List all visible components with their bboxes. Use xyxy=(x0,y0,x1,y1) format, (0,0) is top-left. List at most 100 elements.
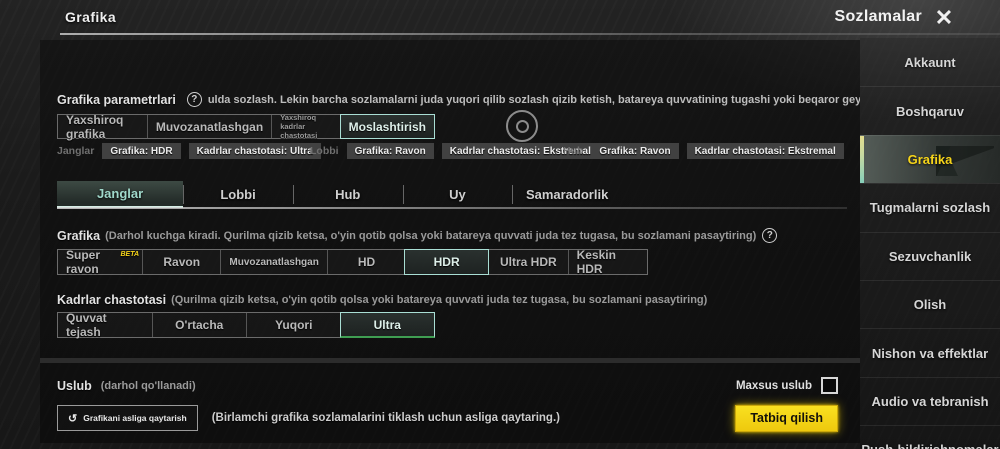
quality-hdr[interactable]: HDR xyxy=(404,249,490,275)
quality-ravon[interactable]: Ravon xyxy=(142,250,220,274)
info-icon[interactable]: ? xyxy=(186,92,202,107)
scope-label: Hub xyxy=(563,145,584,157)
preset-label: Muvozanatlashgan xyxy=(155,119,264,134)
style-section: Uslub (darhol qo'llanadi) Maxsus uslub xyxy=(57,377,838,394)
value-chip: Grafika: Ravon xyxy=(591,143,679,159)
value-chip: Grafika: HDR xyxy=(102,143,181,159)
quality-label: Ultra HDR xyxy=(500,255,557,269)
quality-label: Keskin HDR xyxy=(576,248,616,276)
sidebar-item-label: Boshqaruv xyxy=(896,103,964,119)
reset-icon: ↺ xyxy=(68,412,78,425)
preset-label: Yaxshiroq grafika xyxy=(66,112,124,141)
tab-label: Lobbi xyxy=(220,187,256,202)
preset-customize[interactable]: Moslashtirish xyxy=(339,114,435,139)
graphics-settings-screen: Grafika Sozlamalar ✕ Grafika parametrlar… xyxy=(0,0,1000,449)
sidebar-item-boshqaruv[interactable]: Boshqaruv xyxy=(860,86,1000,134)
reset-graphics-button[interactable]: ↺ Grafikani asliga qaytarish xyxy=(57,405,198,431)
value-chip: Kadrlar chastotasi: Ekstremal xyxy=(686,143,844,159)
framerate-label: Quvvat tejash xyxy=(66,311,107,339)
presets-header: Grafika parametrlari ? ulda sozlash. Lek… xyxy=(57,92,860,107)
sidebar-item-label: Grafika xyxy=(907,151,953,167)
page-title: Grafika xyxy=(65,9,117,25)
framerate-yuqori[interactable]: Yuqori xyxy=(246,313,341,337)
preset-better-framerate[interactable]: Yaxshiroq kadrlar chastotasi xyxy=(271,113,340,140)
apply-button[interactable]: Tatbiq qilish xyxy=(735,404,838,432)
quality-ultra-hdr[interactable]: Ultra HDR xyxy=(488,250,567,274)
sidebar-item-sezuvchanlik[interactable]: Sezuvchanlik xyxy=(860,231,1000,280)
graphics-quality-header: Grafika (Darhol kuchga kiradi. Qurilma q… xyxy=(57,228,860,243)
values-hub: Hub Grafika: Ravon Kadrlar chastotasi: E… xyxy=(563,143,852,159)
sidebar-item-nishon-va-effektlar[interactable]: Nishon va effektlar xyxy=(860,328,1000,376)
values-janglar: Janglar Grafika: HDR Kadrlar chastotasi:… xyxy=(57,143,321,159)
preset-label: Yaxshiroq kadrlar chastotasi xyxy=(280,113,318,140)
current-values: Janglar Grafika: HDR Kadrlar chastotasi:… xyxy=(57,143,860,159)
preset-balanced[interactable]: Muvozanatlashgan xyxy=(146,115,271,138)
tab-uy[interactable]: Uy xyxy=(402,181,513,208)
scope-label: Janglar xyxy=(57,145,95,157)
graphics-quality-hint: (Darhol kuchga kiradi. Qurilma qizib ket… xyxy=(105,229,757,242)
framerate-label: Ultra xyxy=(373,317,401,332)
sidebar-item-akkaunt[interactable]: Akkaunt xyxy=(860,38,1000,86)
sidebar-item-grafika[interactable]: Grafika xyxy=(860,134,1000,184)
target-icon xyxy=(506,110,538,142)
sidebar-item-olish[interactable]: Olish xyxy=(860,279,1000,328)
reset-button-label: Grafikani asliga qaytarish xyxy=(83,413,187,423)
close-icon[interactable]: ✕ xyxy=(930,4,958,32)
graphics-panel: Grafika parametrlari ? ulda sozlash. Lek… xyxy=(40,40,860,443)
scope-label: Lobbi xyxy=(310,145,339,157)
framerate-label: Yuqori xyxy=(275,318,313,332)
tab-label: Hub xyxy=(335,187,361,202)
presets-description: ulda sozlash. Lekin barcha sozlamalarni … xyxy=(207,93,860,106)
presets-title: Grafika parametrlari xyxy=(57,92,176,107)
framerate-quvvat-tejash[interactable]: Quvvat tejash xyxy=(58,311,152,339)
framerate-ultra[interactable]: Ultra xyxy=(339,312,435,338)
preset-label: Moslashtirish xyxy=(348,119,426,134)
settings-sidebar: Akkaunt Boshqaruv Grafika Tugmalarni soz… xyxy=(860,38,1000,449)
top-divider xyxy=(60,33,1000,35)
preset-group: Yaxshiroq grafika Muvozanatlashgan Yaxsh… xyxy=(57,112,435,141)
sidebar-item-label: Tugmalarni sozlash xyxy=(869,200,991,216)
sidebar-item-label: Akkaunt xyxy=(904,54,956,70)
custom-style-label: Maxsus uslub xyxy=(735,379,812,392)
quality-hd[interactable]: HD xyxy=(326,250,405,274)
settings-title: Sozlamalar xyxy=(834,8,922,25)
preset-better-graphics[interactable]: Yaxshiroq grafika xyxy=(58,112,147,141)
tab-lobbi[interactable]: Lobbi xyxy=(183,181,293,208)
tab-label: Janglar xyxy=(96,186,144,201)
scope-tabs: Janglar Lobbi Hub Uy Samaradorlik xyxy=(57,181,622,208)
quality-label: Muvozanatlashgan xyxy=(229,256,319,268)
beta-badge: BETA xyxy=(120,251,140,258)
info-icon[interactable]: ? xyxy=(762,228,778,243)
frame-rate-hint: (Qurilma qizib ketsa, o'yin qotib qolsa … xyxy=(171,294,708,306)
value-chip: Grafika: Ravon xyxy=(346,143,434,159)
values-lobbi: Lobbi Grafika: Ravon Kadrlar chastotasi:… xyxy=(310,143,599,159)
custom-style-checkbox[interactable] xyxy=(821,377,838,394)
sidebar-item-audio-va-tebranish[interactable]: Audio va tebranish xyxy=(860,376,1000,425)
tabs-underline xyxy=(57,207,847,209)
sidebar-item-label: Audio va tebranish xyxy=(871,393,989,409)
tab-hub[interactable]: Hub xyxy=(292,181,403,208)
section-divider xyxy=(40,358,860,363)
framerate-ortacha[interactable]: O'rtacha xyxy=(151,313,247,337)
quality-muvozanatlashgan[interactable]: Muvozanatlashgan xyxy=(220,250,326,274)
quality-super-ravon[interactable]: Super ravon BETA xyxy=(58,248,142,276)
value-chip: Kadrlar chastotasi: Ultra xyxy=(188,143,321,159)
style-hint: (darhol qo'llanadi) xyxy=(100,379,196,392)
tab-label: Uy xyxy=(449,187,466,202)
sidebar-item-label: Sezuvchanlik xyxy=(888,248,972,264)
quality-label: HDR xyxy=(433,255,460,269)
sidebar-item-label: Nishon va effektlar xyxy=(871,345,989,361)
quality-keskin-hdr[interactable]: Keskin HDR xyxy=(567,248,647,276)
tab-samaradorlik[interactable]: Samaradorlik xyxy=(512,181,622,208)
style-label: Uslub xyxy=(57,378,92,393)
footer-bar: ↺ Grafikani asliga qaytarish (Birlamchi … xyxy=(57,403,838,433)
graphics-quality-group: Super ravon BETA Ravon Muvozanatlashgan … xyxy=(57,248,648,276)
frame-rate-group: Quvvat tejash O'rtacha Yuqori Ultra xyxy=(57,311,435,339)
sidebar-item-tugmalarni-sozlash[interactable]: Tugmalarni sozlash xyxy=(860,183,1000,231)
graphics-quality-label: Grafika xyxy=(57,228,101,243)
tab-janglar[interactable]: Janglar xyxy=(57,181,184,208)
reset-hint: (Birlamchi grafika sozlamalarini tiklash… xyxy=(211,412,560,424)
quality-label: HD xyxy=(357,255,376,269)
sidebar-item-push-bildirishnomalar[interactable]: Push-bildirishnomalar xyxy=(860,425,1000,449)
sidebar-item-label: Push-bildirishnomalar xyxy=(861,442,998,449)
